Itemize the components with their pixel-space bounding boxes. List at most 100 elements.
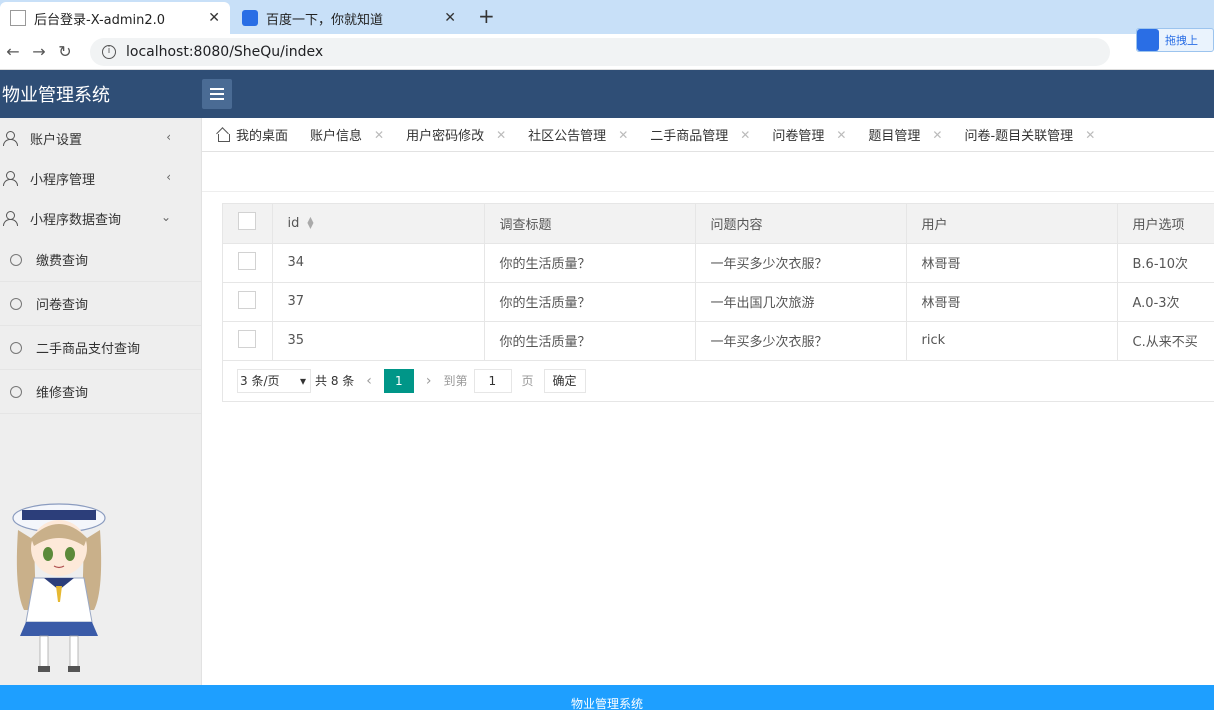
cell-user: 林哥哥 [906,243,1118,283]
browser-tab-baidu[interactable]: 百度一下，你就知道 ✕ [232,2,466,34]
app-header: 物业管理系统 [0,70,1214,118]
cell-question: 一年出国几次旅游 [695,282,907,322]
tab-label: 问卷管理 [772,129,825,144]
cell-user-option: B.6-10次 [1117,243,1214,283]
tab-home[interactable]: 我的桌面 [216,125,288,144]
cell-survey-title: 你的生活质量？ [484,321,696,361]
sidebar-subitem-label: 缴费查询 [36,254,89,269]
forward-arrow-icon[interactable]: → [26,42,52,61]
sidebar-subitem-label: 二手商品支付查询 [36,342,141,357]
new-tab-button[interactable]: + [478,4,495,28]
data-table: id ▲ ▼ 调查标题 问题内容 用户 用户选项 34 你的生活质量？ 一年买多少次… [222,203,1214,402]
close-icon[interactable]: ✕ [836,128,846,142]
close-icon[interactable]: ✕ [740,128,750,142]
cell-id: 34 [272,243,485,283]
table-header-row: id ▲ ▼ 调查标题 问题内容 用户 用户选项 [223,204,1214,244]
baidu-favicon-icon [242,10,258,26]
hamburger-icon [210,88,224,90]
table-row: 34 你的生活质量？ 一年买多少次衣服？ 林哥哥 B.6-10次 [223,243,1214,283]
cell-user: 林哥哥 [906,282,1118,322]
sidebar-subitem-secondhand-payment[interactable]: 二手商品支付查询 [0,326,201,370]
browser-tab-title: 后台登录-X-admin2.0 [34,12,166,28]
cell-question: 一年买多少次衣服？ [695,321,907,361]
close-icon[interactable]: ✕ [1085,128,1095,142]
page-unit-label: 页 [521,374,534,388]
url-input[interactable]: i localhost:8080/SheQu/index [90,37,1110,66]
close-icon[interactable]: ✕ [496,128,506,142]
tab-survey-manage[interactable]: 问卷管理 ✕ [772,125,846,145]
tab-announcement-manage[interactable]: 社区公告管理 ✕ [528,125,628,145]
prev-page-icon[interactable]: ‹ [366,373,372,389]
tab-survey-question-link[interactable]: 问卷-题目关联管理 ✕ [964,125,1095,145]
cell-id: 35 [272,321,485,361]
chevron-down-icon: ⌄ [160,210,171,224]
sidebar-item-miniprogram-data[interactable]: 小程序数据查询 ⌄ [0,198,201,238]
app-title: 物业管理系统 [2,85,110,106]
confirm-button[interactable]: 确定 [543,368,586,393]
row-checkbox[interactable] [238,251,256,270]
browser-tab-bar: 后台登录-X-admin2.0 ✕ 百度一下，你就知道 ✕ + [0,0,1214,34]
mascot-illustration [12,503,106,672]
cloud-icon [1137,29,1159,51]
circle-icon [10,253,22,266]
browser-tab-title: 百度一下，你就知道 [266,12,384,28]
circle-icon [10,297,22,310]
tab-label: 用户密码修改 [406,129,485,144]
tab-question-manage[interactable]: 题目管理 ✕ [868,125,942,145]
goto-page-input[interactable]: 1 [473,368,512,393]
chevron-left-icon: ‹ [166,130,171,144]
tab-account-info[interactable]: 账户信息 ✕ [310,125,384,145]
menu-toggle-button[interactable] [202,79,232,109]
close-icon[interactable]: ✕ [932,128,942,142]
next-page-icon[interactable]: › [426,373,432,389]
browser-tab-admin[interactable]: 后台登录-X-admin2.0 ✕ [0,2,230,34]
goto-label: 到第 [443,374,468,388]
column-header-survey-title: 调查标题 [484,204,696,244]
close-icon[interactable]: ✕ [618,128,628,142]
page-size-select[interactable]: 3 条/页 ▾ [237,368,311,393]
sidebar: 账户设置 ‹ 小程序管理 ‹ 小程序数据查询 ⌄ 缴费查询 问卷查询 二手商品支… [0,118,202,685]
row-checkbox[interactable] [238,329,256,348]
sidebar-subitem-label: 维修查询 [36,386,89,401]
user-icon [2,170,18,186]
tab-label: 我的桌面 [236,129,289,144]
cell-user-option: C.从来不买 [1117,321,1214,361]
close-icon[interactable]: ✕ [374,128,384,142]
tab-label: 账户信息 [310,129,363,144]
back-arrow-icon[interactable]: ← [0,42,26,61]
column-header-id[interactable]: id ▲ ▼ [272,204,485,244]
home-icon [216,128,230,142]
reload-icon[interactable]: ↻ [52,42,78,61]
total-count: 共 8 条 [315,374,355,388]
circle-icon [10,341,22,354]
cell-survey-title: 你的生活质量？ [484,243,696,283]
cell-survey-title: 你的生活质量？ [484,282,696,322]
sort-icon[interactable]: ▲ ▼ [307,216,313,230]
sidebar-item-account-settings[interactable]: 账户设置 ‹ [0,118,201,158]
user-icon [2,210,18,226]
tab-secondhand-manage[interactable]: 二手商品管理 ✕ [650,125,750,145]
current-page-button[interactable]: 1 [383,368,414,393]
pagination: 3 条/页 ▾ 共 8 条 ‹ 1 › 到第 1 页 确定 [223,361,1214,401]
column-header-user: 用户 [906,204,1118,244]
sidebar-subitem-payment-query[interactable]: 缴费查询 [0,238,201,282]
caret-down-icon: ▾ [299,373,306,388]
tab-password-change[interactable]: 用户密码修改 ✕ [406,125,506,145]
circle-icon [10,385,22,398]
row-checkbox[interactable] [238,290,256,309]
sidebar-subitem-survey-query[interactable]: 问卷查询 [0,282,201,326]
table-row: 37 你的生活质量？ 一年出国几次旅游 林哥哥 A.0-3次 [223,282,1214,322]
select-all-cell [223,204,273,244]
close-tab-icon[interactable]: ✕ [208,10,220,26]
tab-label: 社区公告管理 [528,129,607,144]
table-row: 35 你的生活质量？ 一年买多少次衣服？ rick C.从来不买 [223,321,1214,361]
info-icon[interactable]: i [102,44,116,59]
sidebar-item-miniprogram-manage[interactable]: 小程序管理 ‹ [0,158,201,198]
sidebar-subitem-repair-query[interactable]: 维修查询 [0,370,201,414]
toolbar-strip [202,152,1214,192]
extension-button[interactable]: 拖拽上 [1136,28,1214,52]
tab-label: 题目管理 [868,129,921,144]
select-all-checkbox[interactable] [238,212,256,231]
column-header-user-option: 用户选项 [1117,204,1214,244]
close-tab-icon[interactable]: ✕ [444,10,456,26]
